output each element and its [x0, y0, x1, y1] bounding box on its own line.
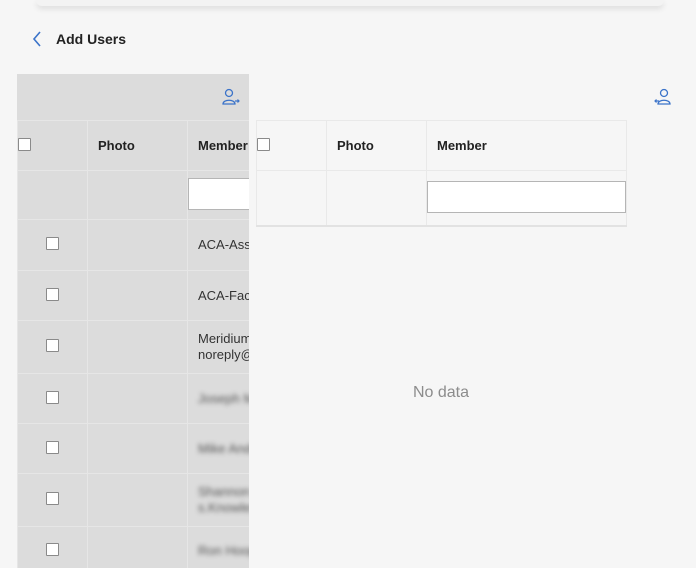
table-header-row: Photo Member	[256, 120, 627, 171]
photo-cell	[87, 526, 188, 568]
row-checkbox[interactable]	[46, 542, 59, 556]
row-checkbox-cell	[17, 219, 88, 271]
row-checkbox-cell	[17, 526, 88, 568]
table-row[interactable]: ACA-Facil	[17, 270, 249, 321]
empty-state-text: No data	[412, 384, 470, 401]
member-name: Joseph Ma	[198, 390, 249, 406]
table-row[interactable]: Meridium noreply@	[17, 320, 249, 374]
member-filter-input[interactable]	[188, 177, 249, 210]
row-checkbox[interactable]	[46, 440, 59, 454]
select-all-cell	[17, 120, 88, 171]
photo-column-header[interactable]: Photo	[87, 120, 188, 171]
filter-cell	[187, 170, 249, 220]
user-remove-icon[interactable]	[654, 88, 672, 106]
photo-column-header[interactable]: Photo	[326, 120, 427, 171]
photo-cell	[87, 219, 188, 271]
photo-cell	[87, 373, 188, 424]
member-cell: ACA-Asse	[187, 219, 249, 271]
filter-cell	[87, 170, 188, 220]
member-filter-input[interactable]	[427, 180, 626, 213]
filter-cell	[426, 170, 627, 227]
photo-cell	[87, 423, 188, 474]
member-cell: Ron Hoop	[187, 526, 249, 568]
table-header-row: Photo Member	[17, 120, 249, 171]
row-checkbox[interactable]	[46, 287, 59, 301]
available-users-table: Photo Member ACA-Asse ACA-Facil Meridium	[17, 120, 249, 568]
member-cell: Joseph Ma	[187, 373, 249, 424]
member-email: noreply@	[198, 347, 249, 362]
filter-cell	[17, 170, 88, 220]
user-add-icon[interactable]	[222, 88, 240, 106]
row-checkbox[interactable]	[46, 237, 59, 250]
photo-cell	[87, 320, 188, 374]
member-cell: Shannon s.Knowles	[187, 473, 249, 527]
selected-users-panel: Photo Member No data	[256, 74, 671, 568]
available-users-panel: Photo Member ACA-Asse ACA-Facil Meridium	[17, 74, 249, 568]
member-name: Shannon	[198, 484, 249, 499]
row-checkbox-cell	[17, 473, 88, 527]
selected-users-table: Photo Member	[256, 120, 627, 227]
select-all-cell	[256, 120, 327, 171]
chevron-left-icon	[32, 31, 41, 47]
member-name: Mike Andr	[198, 440, 249, 456]
member-column-header[interactable]: Member	[426, 120, 627, 171]
member-name: Ron Hoop	[198, 542, 249, 558]
row-checkbox-cell	[17, 270, 88, 321]
member-name: Meridium	[198, 331, 249, 346]
page-header: Add Users	[26, 28, 126, 50]
member-name: ACA-Asse	[198, 237, 249, 252]
filter-cell	[326, 170, 427, 227]
filter-row	[17, 170, 249, 220]
member-cell: Meridium noreply@	[187, 320, 249, 374]
row-checkbox[interactable]	[46, 492, 59, 505]
row-checkbox[interactable]	[46, 339, 59, 352]
filter-row	[256, 170, 627, 227]
select-all-checkbox[interactable]	[18, 137, 31, 151]
member-column-header[interactable]: Member	[187, 120, 249, 171]
member-email: s.Knowles	[198, 500, 249, 515]
member-name: ACA-Facil	[198, 287, 249, 303]
member-cell: ACA-Facil	[187, 270, 249, 321]
row-checkbox-cell	[17, 423, 88, 474]
row-checkbox-cell	[17, 373, 88, 424]
table-row[interactable]: Ron Hoop	[17, 526, 249, 568]
table-row[interactable]: ACA-Asse	[17, 219, 249, 271]
table-row[interactable]: Mike Andr	[17, 423, 249, 474]
select-all-checkbox[interactable]	[257, 137, 270, 151]
table-row[interactable]: Joseph Ma	[17, 373, 249, 424]
page-title: Add Users	[56, 31, 127, 47]
photo-cell	[87, 270, 188, 321]
row-checkbox[interactable]	[46, 390, 59, 404]
member-cell: Mike Andr	[187, 423, 249, 474]
filter-cell	[256, 170, 327, 227]
table-row[interactable]: Shannon s.Knowles	[17, 473, 249, 527]
top-bar-shadow	[36, 0, 664, 6]
row-checkbox-cell	[17, 320, 88, 374]
photo-cell	[87, 473, 188, 527]
back-button[interactable]	[26, 28, 48, 50]
